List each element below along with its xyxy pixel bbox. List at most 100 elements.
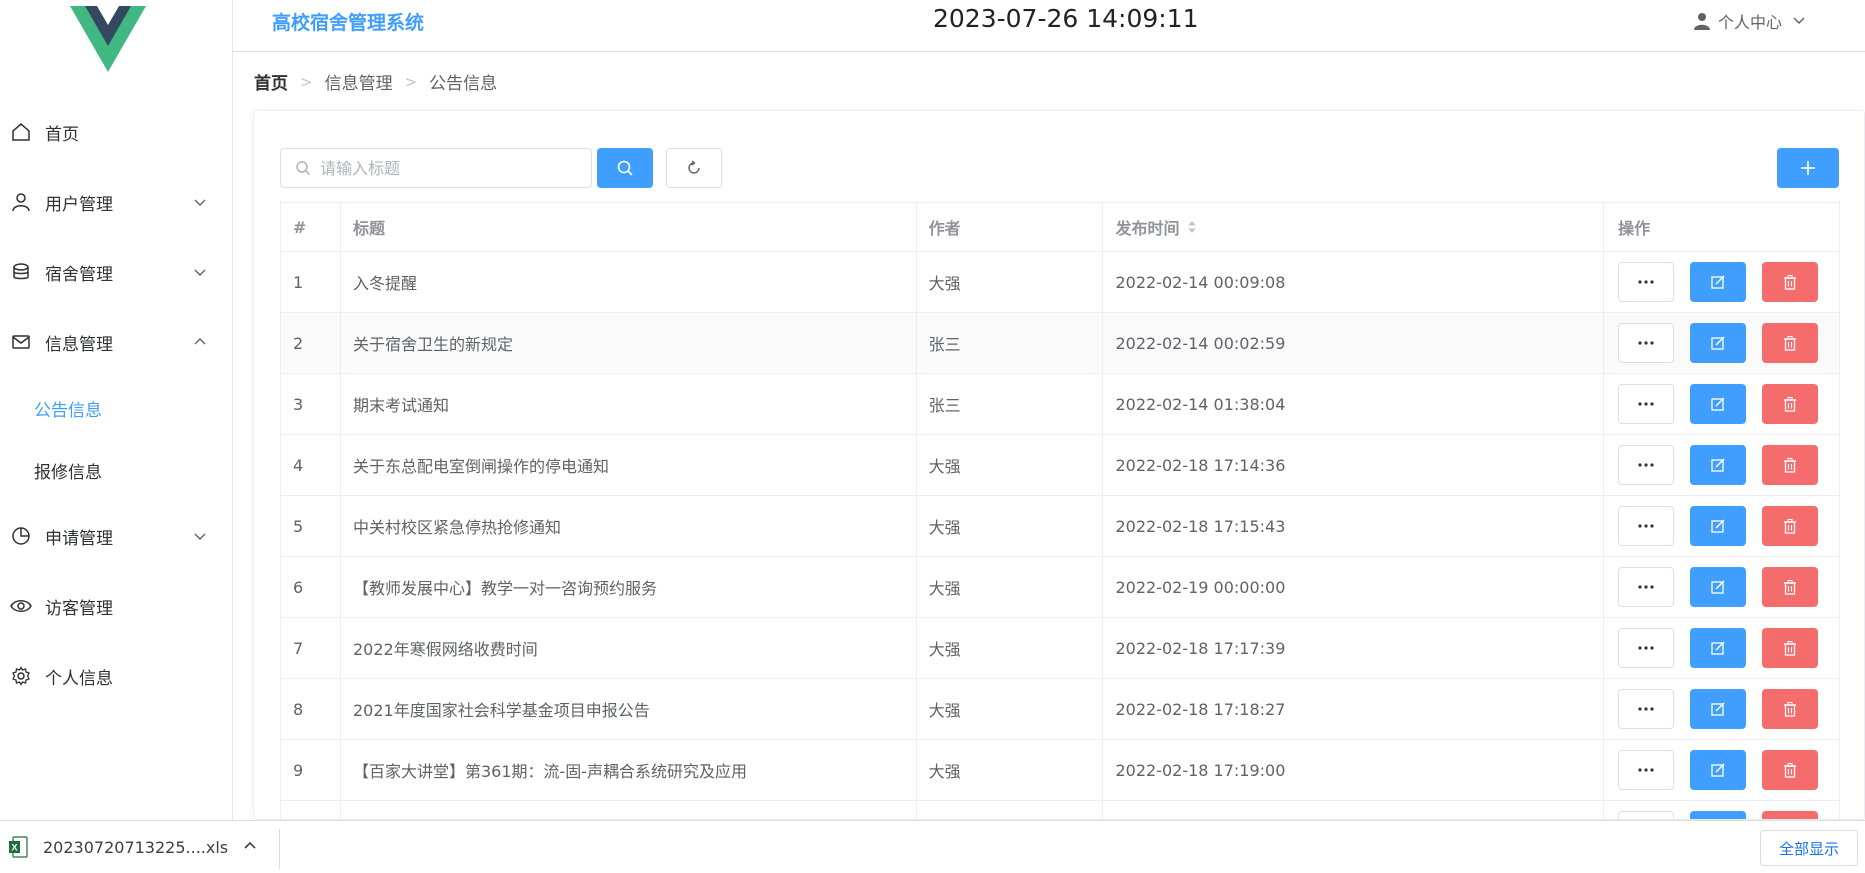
edit-button[interactable] [1690,628,1747,668]
delete-button[interactable] [1762,384,1819,424]
edit-button[interactable] [1690,384,1747,424]
cell-time: 2022-02-18 17:19:00 [1103,740,1605,800]
submenu-item-1[interactable]: 报修信息 [0,439,232,501]
row-actions [1618,445,1819,485]
sidebar-item-6[interactable]: 个人信息 [0,641,232,711]
more-icon [1638,463,1654,467]
sidebar-item-label: 首页 [45,124,79,145]
cell-author: 大强 [917,618,1104,678]
cell-time: 2022-02-14 00:02:59 [1103,313,1605,373]
cell-actions [1604,618,1841,678]
cell-index: 1 [281,252,341,312]
more-button[interactable] [1618,750,1675,790]
delete-button[interactable] [1762,628,1819,668]
download-file-name: 20230720713225....xls [43,837,229,857]
delete-button[interactable] [1762,262,1819,302]
table-row [281,801,1841,819]
edit-icon [1711,458,1725,472]
column-header-time[interactable]: 发布时间 [1103,203,1605,251]
more-button[interactable] [1618,384,1675,424]
user-center-label: 个人中心 [1718,13,1783,32]
table-row: 2 关于宿舍卫生的新规定 张三 2022-02-14 00:02:59 [281,313,1841,374]
vue-logo [70,6,146,72]
more-button[interactable] [1618,628,1675,668]
cell-actions [1604,374,1841,434]
more-button[interactable] [1618,689,1675,729]
cell-index: 3 [281,374,341,434]
delete-button[interactable] [1762,750,1819,790]
cell-actions [1604,435,1841,495]
cell-index: 2 [281,313,341,373]
edit-button[interactable] [1690,445,1747,485]
edit-button[interactable] [1690,262,1747,302]
table-row: 6 【教师发展中心】教学一对一咨询预约服务 大强 2022-02-19 00:00:0… [281,557,1841,618]
edit-button[interactable] [1690,811,1747,819]
cell-title: 入冬提醒 [341,252,917,312]
edit-button[interactable] [1690,750,1747,790]
delete-button[interactable] [1762,506,1819,546]
show-all-downloads-button[interactable]: 全部显示 [1760,830,1858,866]
search-box [280,148,592,188]
add-notice-button[interactable] [1777,148,1839,188]
edit-button[interactable] [1690,506,1747,546]
cell-title [341,801,917,819]
chevron-up-icon[interactable] [242,838,258,858]
column-header-actions: 操作 [1604,203,1841,251]
clock: 2023-07-26 14:09:11 [933,4,1199,33]
sidebar-item-2[interactable]: 宿舍管理 [0,237,232,307]
reset-button[interactable] [666,148,722,188]
row-actions [1618,628,1819,668]
search-button[interactable] [597,148,653,188]
cell-author: 大强 [917,740,1104,800]
sidebar-item-4[interactable]: 申请管理 [0,501,232,571]
more-button[interactable] [1618,567,1675,607]
download-bar: X 20230720713225....xls 全部显示 [0,820,1865,873]
delete-button[interactable] [1762,567,1819,607]
cell-author: 大强 [917,252,1104,312]
edit-icon [1711,275,1725,289]
cell-author [917,801,1104,819]
user-center-dropdown[interactable]: 个人中心 [1693,9,1813,33]
edit-button[interactable] [1690,567,1747,607]
delete-button[interactable] [1762,323,1819,363]
cell-author: 大强 [917,679,1104,739]
submenu-item-0[interactable]: 公告信息 [0,377,232,439]
more-button[interactable] [1618,811,1675,819]
delete-button[interactable] [1762,811,1819,819]
download-item[interactable]: X 20230720713225....xls [8,836,228,858]
trash-icon [1784,640,1797,656]
search-icon [617,160,633,176]
table-body: 1 入冬提醒 大强 2022-02-14 00:09:08 2 关于宿舍卫生的新规定 张三 2… [281,252,1841,819]
sidebar-item-3[interactable]: 信息管理 [0,307,232,377]
more-button[interactable] [1618,323,1675,363]
pie-chart-icon [10,525,32,547]
delete-button[interactable] [1762,689,1819,729]
cell-author: 张三 [917,313,1104,373]
eye-icon [10,595,32,617]
sidebar-item-1[interactable]: 用户管理 [0,167,232,237]
column-header-author: 作者 [917,203,1104,251]
cell-title: 【教师发展中心】教学一对一咨询预约服务 [341,557,917,617]
sidebar-item-5[interactable]: 访客管理 [0,571,232,641]
sidebar-item-0[interactable]: 首页 [0,97,232,167]
cell-index [281,801,341,819]
more-button[interactable] [1618,262,1675,302]
delete-button[interactable] [1762,445,1819,485]
sidebar: 首页用户管理 宿舍管理 信息管理 公告信息 报修信息 申请管理 访客管理 个人信息 [0,0,233,820]
more-button[interactable] [1618,445,1675,485]
more-button[interactable] [1618,506,1675,546]
breadcrumb-home[interactable]: 首页 [254,69,288,94]
table-row: 7 2022年寒假网络收费时间 大强 2022-02-18 17:17:39 [281,618,1841,679]
cell-actions [1604,557,1841,617]
sort-icon[interactable] [1187,220,1197,234]
edit-button[interactable] [1690,323,1747,363]
search-input[interactable] [320,158,580,178]
more-icon [1638,585,1654,589]
table-row: 5 中关村校区紧急停热抢修通知 大强 2022-02-18 17:15:43 [281,496,1841,557]
cell-time: 2022-02-18 17:17:39 [1103,618,1605,678]
edit-button[interactable] [1690,689,1747,729]
excel-file-icon: X [9,836,28,858]
trash-icon [1784,579,1797,595]
cell-author: 大强 [917,557,1104,617]
table-row: 9 【百家大讲堂】第361期：流-固-声耦合系统研究及应用 大强 2022-02-18… [281,740,1841,801]
